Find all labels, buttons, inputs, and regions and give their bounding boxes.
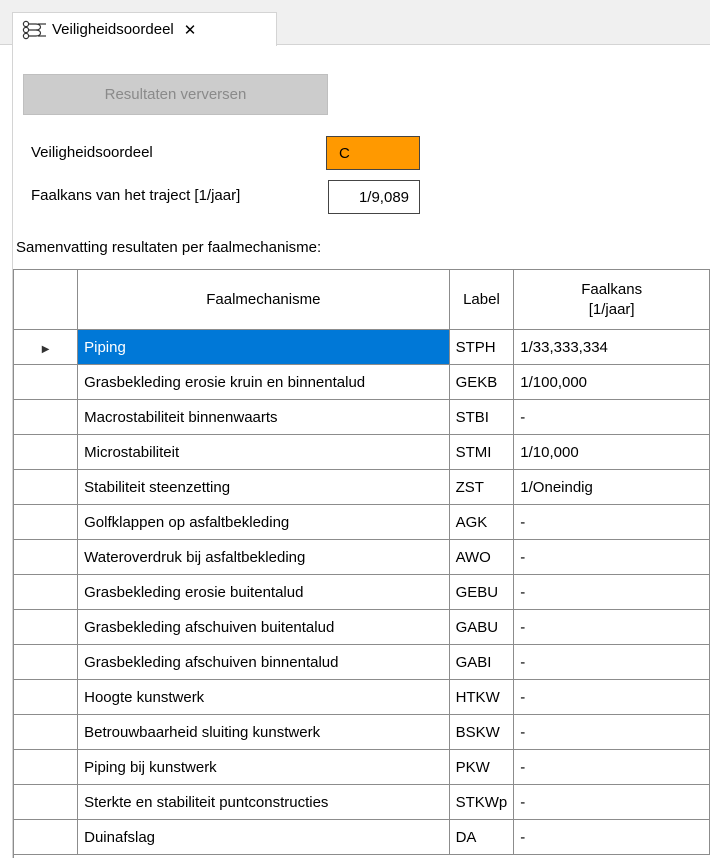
cell-probability[interactable]: - <box>513 714 710 750</box>
cell-probability[interactable]: - <box>513 749 710 785</box>
results-table: Faalmechanisme Label Faalkans [1/jaar] ▶… <box>13 269 710 858</box>
cell-probability[interactable]: - <box>513 819 710 855</box>
cell-failure-mechanism[interactable]: Piping bij kunstwerk <box>77 749 450 785</box>
cell-label[interactable]: STPH <box>449 329 515 365</box>
table-row[interactable]: Grasbekleding erosie kruin en binnentalu… <box>14 364 710 400</box>
table-header-row: Faalmechanisme Label Faalkans [1/jaar] <box>14 270 710 330</box>
cell-failure-mechanism[interactable]: Grasbekleding afschuiven binnentalud <box>77 644 450 680</box>
table-row[interactable]: Duinafslag DA - <box>14 819 710 855</box>
cell-probability[interactable]: - <box>513 539 710 575</box>
cell-failure-mechanism[interactable]: Sterkte en stabiliteit puntconstructies <box>77 784 450 820</box>
column-header-probability-unit: [1/jaar] <box>588 300 635 318</box>
column-header-probability[interactable]: Faalkans [1/jaar] <box>513 270 710 330</box>
cell-probability[interactable]: - <box>513 784 710 820</box>
cell-probability[interactable]: 1/10,000 <box>513 434 710 470</box>
row-header[interactable] <box>14 399 79 435</box>
cell-label[interactable]: GEKB <box>449 364 515 400</box>
cell-failure-mechanism[interactable]: Stabiliteit steenzetting <box>77 469 450 505</box>
cell-label[interactable]: STMI <box>449 434 515 470</box>
cell-label[interactable]: AGK <box>449 504 515 540</box>
table-row[interactable]: Grasbekleding afschuiven binnentalud GABI… <box>14 644 710 680</box>
verdict-label: Veiligheidsoordeel <box>31 144 153 161</box>
cell-label[interactable]: STBI <box>449 399 515 435</box>
row-header[interactable] <box>14 469 79 505</box>
row-header[interactable] <box>14 819 79 855</box>
table-row[interactable]: Macrostabiliteit binnenwaarts STBI - <box>14 399 710 435</box>
cell-label[interactable]: GABI <box>449 644 515 680</box>
cell-failure-mechanism[interactable]: Piping <box>77 329 450 365</box>
cell-probability[interactable]: 1/Oneindig <box>513 469 710 505</box>
table-row[interactable]: Microstabiliteit STMI 1/10,000 <box>14 434 710 470</box>
close-icon[interactable]: ✕ <box>184 21 197 39</box>
cell-label[interactable]: PKW <box>449 749 515 785</box>
row-header[interactable] <box>14 714 79 750</box>
row-header[interactable] <box>14 609 79 645</box>
table-row[interactable]: ▶ Piping STPH 1/33,333,334 <box>14 329 710 365</box>
row-header[interactable]: ▶ <box>14 329 79 365</box>
document-tabstrip: Veiligheidsoordeel ✕ <box>0 0 710 46</box>
cell-probability[interactable]: - <box>513 504 710 540</box>
cell-failure-mechanism[interactable]: Betrouwbaarheid sluiting kunstwerk <box>77 714 450 750</box>
table-row[interactable]: Grasbekleding erosie buitentalud GEBU - <box>14 574 710 610</box>
row-header[interactable] <box>14 679 79 715</box>
table-row[interactable]: Hoogte kunstwerk HTKW - <box>14 679 710 715</box>
tab-title: Veiligheidsoordeel <box>52 21 174 38</box>
cell-probability[interactable]: - <box>513 399 710 435</box>
column-header-name[interactable]: Faalmechanisme <box>77 270 450 330</box>
cell-probability[interactable]: - <box>513 609 710 645</box>
cell-label[interactable]: AWO <box>449 539 515 575</box>
probability-label: Faalkans van het traject [1/jaar] <box>31 187 241 204</box>
table-row[interactable]: Stabiliteit steenzetting ZST 1/Oneindig <box>14 469 710 505</box>
row-header[interactable] <box>14 504 79 540</box>
table-row[interactable]: Sterkte en stabiliteit puntconstructies S… <box>14 784 710 820</box>
column-header-label[interactable]: Label <box>449 270 515 330</box>
row-header[interactable] <box>14 574 79 610</box>
row-header[interactable] <box>14 644 79 680</box>
cell-probability[interactable]: - <box>513 679 710 715</box>
table-row[interactable]: Golfklappen op asfaltbekleding AGK - <box>14 504 710 540</box>
cell-label[interactable]: GABU <box>449 609 515 645</box>
cell-failure-mechanism[interactable]: Duinafslag <box>77 819 450 855</box>
table-row[interactable]: Grasbekleding afschuiven buitentalud GABU… <box>14 609 710 645</box>
table-row[interactable]: Wateroverdruk bij asfaltbekleding AWO - <box>14 539 710 575</box>
summary-label: Samenvatting resultaten per faalmechanis… <box>16 239 322 256</box>
column-header-probability-title: Faalkans <box>581 280 643 298</box>
cell-failure-mechanism[interactable]: Wateroverdruk bij asfaltbekleding <box>77 539 450 575</box>
row-header[interactable] <box>14 364 79 400</box>
tab-veiligheidsoordeel[interactable]: Veiligheidsoordeel ✕ <box>12 12 277 46</box>
cell-label[interactable]: HTKW <box>449 679 515 715</box>
cell-failure-mechanism[interactable]: Grasbekleding erosie buitentalud <box>77 574 450 610</box>
row-header[interactable] <box>14 749 79 785</box>
cell-label[interactable]: STKWp <box>449 784 515 820</box>
row-header-corner <box>14 270 79 330</box>
cell-probability[interactable]: 1/33,333,334 <box>513 329 710 365</box>
row-header[interactable] <box>14 784 79 820</box>
refresh-results-button[interactable]: Resultaten verversen <box>23 74 328 115</box>
row-header[interactable] <box>14 539 79 575</box>
failure-path-icon <box>22 20 46 39</box>
cell-failure-mechanism[interactable]: Grasbekleding afschuiven buitentalud <box>77 609 450 645</box>
row-header[interactable] <box>14 434 79 470</box>
table-row[interactable]: Piping bij kunstwerk PKW - <box>14 749 710 785</box>
cell-failure-mechanism[interactable]: Microstabiliteit <box>77 434 450 470</box>
cell-failure-mechanism[interactable]: Grasbekleding erosie kruin en binnentalu… <box>77 364 450 400</box>
table-row[interactable]: Betrouwbaarheid sluiting kunstwerk BSKW - <box>14 714 710 750</box>
cell-probability[interactable]: - <box>513 574 710 610</box>
cell-failure-mechanism[interactable]: Golfklappen op asfaltbekleding <box>77 504 450 540</box>
cell-failure-mechanism[interactable]: Macrostabiliteit binnenwaarts <box>77 399 450 435</box>
cell-label[interactable]: GEBU <box>449 574 515 610</box>
cell-probability[interactable]: 1/100,000 <box>513 364 710 400</box>
cell-label[interactable]: BSKW <box>449 714 515 750</box>
cell-label[interactable]: DA <box>449 819 515 855</box>
cell-failure-mechanism[interactable]: Hoogte kunstwerk <box>77 679 450 715</box>
cell-label[interactable]: ZST <box>449 469 515 505</box>
cell-probability[interactable]: - <box>513 644 710 680</box>
probability-value: 1/9,089 <box>328 180 420 214</box>
verdict-value: C <box>326 136 420 170</box>
current-row-arrow-icon: ▶ <box>41 343 50 355</box>
